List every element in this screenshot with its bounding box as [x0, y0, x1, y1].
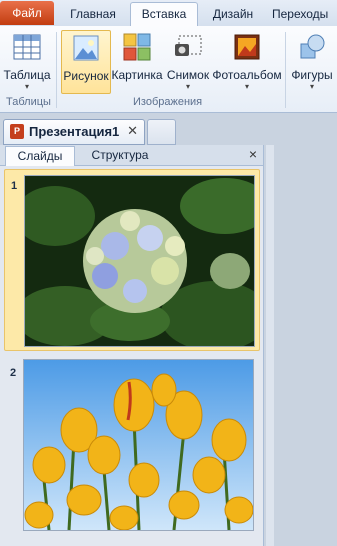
- table-label: Таблица: [3, 68, 51, 82]
- ribbon: Таблица ▾ Рисунок Картинка Снимок ▾ Фото…: [0, 26, 337, 113]
- picture-icon: [73, 35, 99, 61]
- photoalbum-button[interactable]: Фотоальбом ▾: [212, 30, 282, 92]
- clipart-icon: [123, 33, 151, 61]
- hydrangea-image: [25, 176, 254, 346]
- picture-button[interactable]: Рисунок: [61, 30, 111, 94]
- document-title: Презентация1: [29, 124, 120, 139]
- tab-slides[interactable]: Слайды: [5, 146, 75, 166]
- panel-tabs: Слайды Структура ×: [0, 145, 263, 166]
- group-separator: [285, 32, 286, 108]
- slide-1-image: [24, 175, 255, 347]
- tulips-image: [24, 360, 253, 530]
- group-label-tables: Таблицы: [6, 96, 51, 108]
- slide-editing-area[interactable]: [264, 145, 337, 546]
- ribbon-tab-bar: Файл Главная Вставка Дизайн Переходы: [0, 0, 337, 27]
- shapes-icon: [300, 34, 325, 59]
- picture-label: Рисунок: [63, 69, 109, 83]
- slides-panel: Слайды Структура × 1 2: [0, 145, 264, 546]
- close-document-icon[interactable]: ✕: [127, 123, 138, 139]
- clipart-label: Картинка: [111, 68, 163, 82]
- table-icon: [13, 34, 41, 60]
- table-button[interactable]: Таблица ▾: [2, 30, 52, 92]
- tab-home[interactable]: Главная: [63, 3, 123, 25]
- slide-2-image: [23, 359, 254, 531]
- screenshot-dropdown-arrow: ▾: [185, 82, 190, 91]
- table-dropdown-arrow: ▾: [24, 82, 29, 91]
- new-document-tab[interactable]: [147, 119, 176, 145]
- tab-transitions[interactable]: Переходы: [272, 3, 337, 25]
- close-panel-icon[interactable]: ×: [249, 146, 257, 162]
- slide-thumbnail-row-1[interactable]: 1: [4, 169, 260, 351]
- tab-insert[interactable]: Вставка: [130, 2, 198, 27]
- photoalbum-label: Фотоальбом: [212, 68, 282, 82]
- screenshot-button[interactable]: Снимок ▾: [165, 30, 211, 92]
- group-separator: [56, 32, 57, 108]
- tab-outline[interactable]: Структура: [82, 146, 158, 165]
- photoalbum-icon: [234, 34, 260, 60]
- shapes-dropdown-arrow: ▾: [309, 82, 314, 91]
- slide-number: 1: [11, 180, 18, 192]
- photoalbum-dropdown-arrow: ▾: [244, 82, 249, 91]
- screenshot-icon: [175, 35, 202, 56]
- group-label-images: Изображения: [133, 96, 203, 108]
- shapes-button[interactable]: Фигуры ▾: [289, 30, 335, 92]
- document-tab[interactable]: P Презентация1 ✕: [3, 119, 145, 145]
- slide-number: 2: [10, 367, 17, 379]
- screenshot-label: Снимок: [166, 68, 210, 82]
- panel-scrollbar[interactable]: [266, 145, 274, 546]
- document-tab-strip: P Презентация1 ✕: [0, 113, 337, 145]
- tab-file[interactable]: Файл: [0, 1, 54, 25]
- slide-thumbnail-row-2[interactable]: 2: [4, 357, 258, 543]
- tab-design[interactable]: Дизайн: [205, 3, 261, 25]
- shapes-label: Фигуры: [291, 68, 333, 82]
- powerpoint-icon: P: [10, 124, 24, 139]
- clipart-button[interactable]: Картинка: [111, 30, 163, 92]
